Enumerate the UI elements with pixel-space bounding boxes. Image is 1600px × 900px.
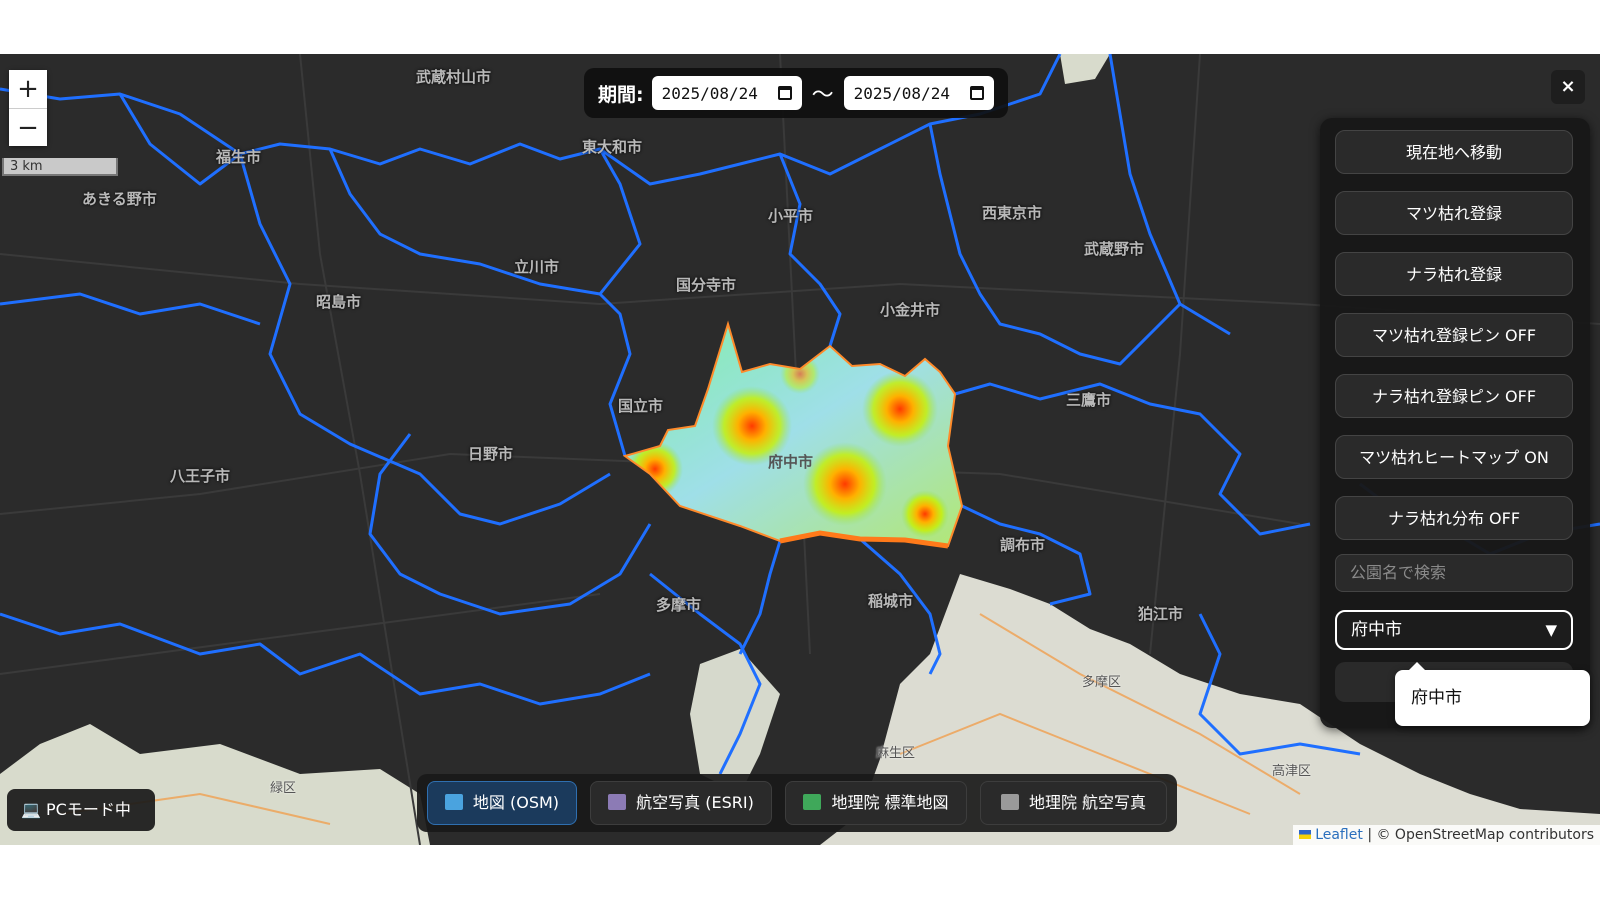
city-label: 狛江市 xyxy=(1138,605,1184,623)
zoom-out-button[interactable]: − xyxy=(9,108,47,146)
city-label: 福生市 xyxy=(216,148,262,166)
city-dropdown-option[interactable]: 府中市 xyxy=(1395,662,1590,726)
zoom-in-button[interactable]: + xyxy=(9,70,47,108)
map-icon xyxy=(444,794,463,810)
osm-attribution[interactable]: | © OpenStreetMap contributors xyxy=(1367,827,1594,843)
date-range-filter: 期間: 2025/08/24 〜 2025/08/24 xyxy=(584,68,1008,118)
city-label: 東大和市 xyxy=(582,138,643,156)
japan-map-icon xyxy=(803,794,822,810)
city-label: 小平市 xyxy=(768,207,814,225)
city-label: 昭島市 xyxy=(316,293,362,311)
zoom-control: + − xyxy=(9,70,47,146)
start-date-value: 2025/08/24 xyxy=(661,83,758,103)
move-to-current-location-button[interactable]: 現在地へ移動 xyxy=(1335,130,1573,174)
city-label: 八王子市 xyxy=(170,467,231,485)
ukraine-flag-icon xyxy=(1299,830,1312,839)
date-separator: 〜 xyxy=(811,83,834,108)
map-attribution: Leaflet | © OpenStreetMap contributors xyxy=(1293,825,1600,845)
map-canvas[interactable]: 武蔵村山市 東大和市 福生市 あきる野市 立川市 昭島市 小平市 西東京市 国分… xyxy=(0,54,1600,845)
city-label: 日野市 xyxy=(468,445,514,463)
dropdown-arrow-icon: ▼ xyxy=(1545,621,1557,639)
camera-icon xyxy=(1000,794,1019,810)
register-oak-wilt-button[interactable]: ナラ枯れ登録 xyxy=(1335,252,1573,296)
city-label: 小金井市 xyxy=(880,301,941,319)
city-label: 武蔵野市 xyxy=(1084,240,1145,258)
pine-wilt-heatmap-toggle[interactable]: マツ枯れヒートマップ ON xyxy=(1335,435,1573,479)
pine-wilt-pins-toggle[interactable]: マツ枯れ登録ピン OFF xyxy=(1335,313,1573,357)
city-select[interactable]: 府中市 ▼ xyxy=(1335,610,1573,650)
city-label: 西東京市 xyxy=(982,204,1043,222)
city-label: あきる野市 xyxy=(82,190,157,208)
layer-gsi-standard-button[interactable]: 地理院 標準地図 xyxy=(785,781,967,825)
control-panel: 現在地へ移動 マツ枯れ登録 ナラ枯れ登録 マツ枯れ登録ピン OFF ナラ枯れ登録… xyxy=(1320,118,1590,728)
end-date-value: 2025/08/24 xyxy=(853,83,950,103)
city-label: 多摩区 xyxy=(1082,675,1122,690)
city-label: 稲城市 xyxy=(868,592,914,610)
scale-bar: 3 km xyxy=(2,158,118,176)
city-select-value: 府中市 xyxy=(1351,620,1402,640)
park-search-input[interactable]: 公園名で検索 xyxy=(1335,554,1573,592)
register-pine-wilt-button[interactable]: マツ枯れ登録 xyxy=(1335,191,1573,235)
city-label: 立川市 xyxy=(514,258,560,276)
pc-mode-badge[interactable]: 💻 PCモード中 xyxy=(7,789,155,831)
leaflet-link[interactable]: Leaflet xyxy=(1315,827,1363,843)
oak-wilt-distribution-toggle[interactable]: ナラ枯れ分布 OFF xyxy=(1335,496,1573,540)
layer-esri-button[interactable]: 航空写真 (ESRI) xyxy=(590,781,772,825)
layer-label: 地理院 標準地図 xyxy=(831,793,949,812)
city-label: 調布市 xyxy=(1000,536,1046,554)
city-label: 麻生区 xyxy=(876,746,916,761)
city-label: 武蔵村山市 xyxy=(416,68,492,86)
city-label: 国立市 xyxy=(618,397,664,415)
city-label: 多摩市 xyxy=(656,596,702,614)
layer-label: 地図 (OSM) xyxy=(472,793,560,812)
layer-label: 航空写真 (ESRI) xyxy=(636,793,754,812)
oak-wilt-pins-toggle[interactable]: ナラ枯れ登録ピン OFF xyxy=(1335,374,1573,418)
city-label-selected: 府中市 xyxy=(768,453,814,471)
city-label: 緑区 xyxy=(270,781,297,796)
date-range-label: 期間: xyxy=(598,83,644,106)
city-label: 三鷹市 xyxy=(1066,391,1112,409)
close-panel-button[interactable]: × xyxy=(1551,70,1585,104)
start-date-input[interactable]: 2025/08/24 xyxy=(651,76,802,110)
city-label: 高津区 xyxy=(1272,764,1312,779)
calendar-icon[interactable] xyxy=(969,86,984,100)
city-label: 国分寺市 xyxy=(676,276,737,294)
layer-gsi-photo-button[interactable]: 地理院 航空写真 xyxy=(980,781,1167,825)
end-date-input[interactable]: 2025/08/24 xyxy=(843,76,994,110)
base-layer-switcher: 地図 (OSM) 航空写真 (ESRI) 地理院 標準地図 地理院 航空写真 xyxy=(417,774,1177,832)
layer-osm-button[interactable]: 地図 (OSM) xyxy=(427,781,577,825)
layer-label: 地理院 航空写真 xyxy=(1028,793,1147,812)
satellite-icon xyxy=(608,794,627,810)
calendar-icon[interactable] xyxy=(777,86,792,100)
